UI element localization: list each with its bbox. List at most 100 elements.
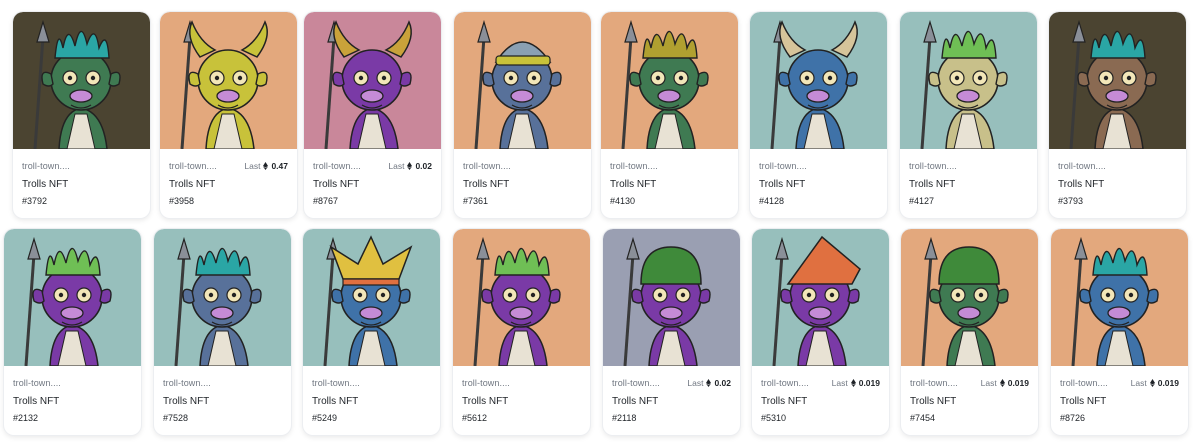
last-sale-label: Last [831, 378, 848, 388]
token-id: #5249 [312, 413, 338, 423]
collection-name[interactable]: troll-town.... [1060, 378, 1108, 388]
nft-image[interactable] [303, 229, 440, 366]
nft-card[interactable]: troll-town.... Trolls NFT #4127 [900, 12, 1037, 218]
nft-image[interactable] [453, 229, 590, 366]
ethereum-icon [263, 162, 269, 170]
collection-name[interactable]: troll-town.... [313, 161, 361, 171]
last-sale-label: Last [687, 378, 704, 388]
nft-card[interactable]: troll-town.... Trolls NFT #5249 [303, 229, 440, 435]
nft-image[interactable] [4, 229, 141, 366]
collection-name[interactable]: troll-town.... [759, 161, 807, 171]
nft-name: Trolls NFT [759, 179, 806, 190]
collection-name[interactable]: troll-town.... [13, 378, 61, 388]
last-sale-label: Last [388, 161, 405, 171]
nft-image[interactable] [601, 12, 738, 149]
nft-card-info: troll-town.... Trolls NFT #4130 [601, 149, 738, 218]
token-id: #7454 [910, 413, 936, 423]
collection-name[interactable]: troll-town.... [612, 378, 660, 388]
nft-card-info: troll-town.... Trolls NFT #5612 [453, 366, 590, 435]
nft-card-info: troll-town.... Trolls NFT #4127 [900, 149, 1037, 218]
last-sale-price: 0.02 [714, 378, 731, 388]
nft-image[interactable] [1051, 229, 1188, 366]
token-id: #2132 [13, 413, 39, 423]
nft-card[interactable]: troll-town.... Last 0.019 Trolls NFT #53… [752, 229, 889, 435]
collection-name[interactable]: troll-town.... [761, 378, 809, 388]
last-sale-price: 0.019 [1157, 378, 1179, 388]
nft-image[interactable] [900, 12, 1037, 149]
collection-name[interactable]: troll-town.... [22, 161, 70, 171]
nft-image[interactable] [160, 12, 297, 149]
collection-name[interactable]: troll-town.... [169, 161, 217, 171]
nft-card[interactable]: troll-town.... Trolls NFT #5612 [453, 229, 590, 435]
last-sale: Last 0.02 [388, 161, 432, 171]
collection-name[interactable]: troll-town.... [312, 378, 360, 388]
nft-card-info: troll-town.... Trolls NFT #7528 [154, 366, 291, 435]
nft-name: Trolls NFT [163, 396, 210, 407]
nft-name: Trolls NFT [313, 179, 360, 190]
last-sale-label: Last [244, 161, 261, 171]
token-id: #3958 [169, 196, 195, 206]
nft-image[interactable] [13, 12, 150, 149]
last-sale: Last 0.019 [1131, 378, 1179, 388]
nft-name: Trolls NFT [463, 179, 510, 190]
nft-card-info: troll-town.... Trolls NFT #7361 [454, 149, 591, 218]
last-sale: Last 0.02 [687, 378, 731, 388]
nft-card-info: troll-town.... Last 0.47 Trolls NFT #395… [160, 149, 297, 218]
nft-name: Trolls NFT [462, 396, 509, 407]
token-id: #8726 [1060, 413, 1086, 423]
token-id: #5310 [761, 413, 787, 423]
ethereum-icon [407, 162, 413, 170]
collection-name[interactable]: troll-town.... [610, 161, 658, 171]
last-sale-label: Last [980, 378, 997, 388]
last-sale-price: 0.019 [858, 378, 880, 388]
token-id: #8767 [313, 196, 339, 206]
nft-card-info: troll-town.... Last 0.019 Trolls NFT #87… [1051, 366, 1188, 435]
nft-card[interactable]: troll-town.... Last 0.47 Trolls NFT #395… [160, 12, 297, 218]
collection-name[interactable]: troll-town.... [163, 378, 211, 388]
collection-name[interactable]: troll-town.... [909, 161, 957, 171]
nft-image[interactable] [901, 229, 1038, 366]
nft-card[interactable]: troll-town.... Last 0.019 Trolls NFT #87… [1051, 229, 1188, 435]
nft-card[interactable]: troll-town.... Trolls NFT #2132 [4, 229, 141, 435]
token-id: #3793 [1058, 196, 1084, 206]
nft-name: Trolls NFT [761, 396, 808, 407]
collection-name[interactable]: troll-town.... [1058, 161, 1106, 171]
nft-card[interactable]: troll-town.... Last 0.02 Trolls NFT #211… [603, 229, 740, 435]
ethereum-icon [706, 379, 712, 387]
nft-image[interactable] [750, 12, 887, 149]
token-id: #7361 [463, 196, 489, 206]
nft-image[interactable] [752, 229, 889, 366]
nft-name: Trolls NFT [910, 396, 957, 407]
nft-card[interactable]: troll-town.... Last 0.019 Trolls NFT #74… [901, 229, 1038, 435]
nft-image[interactable] [1049, 12, 1186, 149]
nft-card-info: troll-town.... Last 0.019 Trolls NFT #74… [901, 366, 1038, 435]
nft-card[interactable]: troll-town.... Trolls NFT #7361 [454, 12, 591, 218]
nft-card[interactable]: troll-town.... Trolls NFT #7528 [154, 229, 291, 435]
nft-card[interactable]: troll-town.... Trolls NFT #3792 [13, 12, 150, 218]
nft-image[interactable] [454, 12, 591, 149]
nft-card[interactable]: troll-town.... Last 0.02 Trolls NFT #876… [304, 12, 441, 218]
nft-name: Trolls NFT [612, 396, 659, 407]
last-sale-price: 0.47 [271, 161, 288, 171]
token-id: #4128 [759, 196, 785, 206]
collection-name[interactable]: troll-town.... [910, 378, 958, 388]
nft-card[interactable]: troll-town.... Trolls NFT #4130 [601, 12, 738, 218]
nft-image[interactable] [154, 229, 291, 366]
nft-card-info: troll-town.... Trolls NFT #5249 [303, 366, 440, 435]
nft-card-info: troll-town.... Trolls NFT #4128 [750, 149, 887, 218]
nft-card-info: troll-town.... Trolls NFT #3793 [1049, 149, 1186, 218]
nft-card[interactable]: troll-town.... Trolls NFT #4128 [750, 12, 887, 218]
nft-card-info: troll-town.... Trolls NFT #3792 [13, 149, 150, 218]
nft-card-info: troll-town.... Trolls NFT #2132 [4, 366, 141, 435]
nft-name: Trolls NFT [610, 179, 657, 190]
nft-card[interactable]: troll-town.... Trolls NFT #3793 [1049, 12, 1186, 218]
ethereum-icon [999, 379, 1005, 387]
collection-name[interactable]: troll-town.... [463, 161, 511, 171]
collection-name[interactable]: troll-town.... [462, 378, 510, 388]
token-id: #4130 [610, 196, 636, 206]
nft-image[interactable] [603, 229, 740, 366]
last-sale-price: 0.019 [1007, 378, 1029, 388]
nft-name: Trolls NFT [1058, 179, 1105, 190]
last-sale: Last 0.019 [832, 378, 880, 388]
nft-image[interactable] [304, 12, 441, 149]
